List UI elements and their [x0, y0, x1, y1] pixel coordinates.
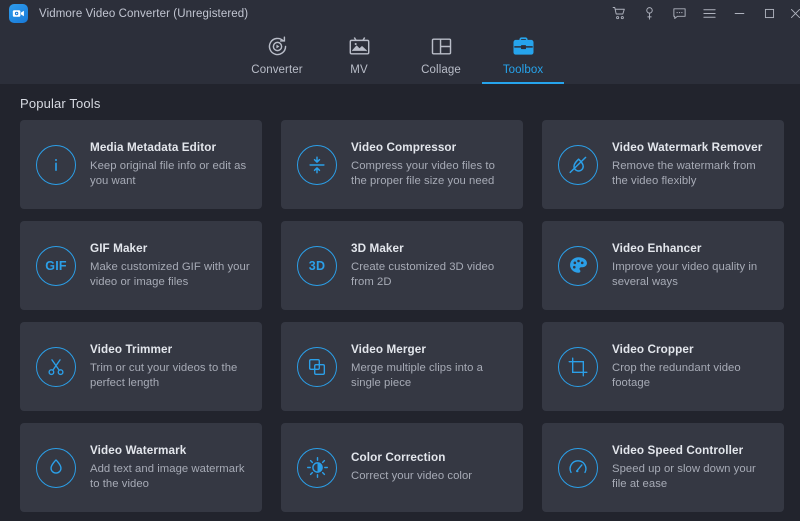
tools-grid: Media Metadata Editor Keep original file… [20, 120, 784, 512]
merge-icon [297, 347, 337, 387]
key-icon[interactable] [634, 0, 664, 27]
tool-card-gif-maker[interactable]: GIF GIF Maker Make customized GIF with y… [20, 221, 262, 310]
cart-icon[interactable] [604, 0, 634, 27]
tool-desc: Make customized GIF with your video or i… [90, 260, 250, 290]
window-controls [604, 0, 800, 27]
tool-desc: Speed up or slow down your file at ease [612, 462, 772, 492]
tool-desc: Merge multiple clips into a single piece [351, 361, 511, 391]
tab-mv[interactable]: MV [318, 27, 400, 84]
tool-title: Video Merger [351, 343, 511, 356]
tool-title: Video Trimmer [90, 343, 250, 356]
crop-icon [558, 347, 598, 387]
info-icon [36, 145, 76, 185]
tab-collage[interactable]: Collage [400, 27, 482, 84]
video-camera-icon [9, 4, 28, 23]
tool-title: Video Cropper [612, 343, 772, 356]
tool-card-color-correction[interactable]: Color Correction Correct your video colo… [281, 423, 523, 512]
minimize-icon[interactable] [724, 0, 754, 27]
tool-desc: Improve your video quality in several wa… [612, 260, 772, 290]
tool-title: Media Metadata Editor [90, 141, 250, 154]
brightness-icon [297, 448, 337, 488]
converter-icon [266, 33, 289, 59]
section-title: Popular Tools [20, 96, 100, 111]
feedback-icon[interactable] [664, 0, 694, 27]
tool-title: Video Speed Controller [612, 444, 772, 457]
collage-icon [430, 33, 453, 59]
tab-label: Collage [421, 64, 461, 76]
tool-desc: Create customized 3D video from 2D [351, 260, 511, 290]
watermark-remove-icon [558, 145, 598, 185]
speedometer-icon [558, 448, 598, 488]
tool-desc: Remove the watermark from the video flex… [612, 159, 772, 189]
app-title: Vidmore Video Converter (Unregistered) [39, 8, 248, 20]
tool-card-video-merger[interactable]: Video Merger Merge multiple clips into a… [281, 322, 523, 411]
tool-title: Video Compressor [351, 141, 511, 154]
tab-converter[interactable]: Converter [236, 27, 318, 84]
tool-title: Video Watermark Remover [612, 141, 772, 154]
tool-card-3d-maker[interactable]: 3D 3D Maker Create customized 3D video f… [281, 221, 523, 310]
tab-label: MV [350, 64, 367, 76]
maximize-icon[interactable] [754, 0, 784, 27]
tool-desc: Correct your video color [351, 469, 472, 484]
tool-card-video-watermark-remover[interactable]: Video Watermark Remover Remove the water… [542, 120, 784, 209]
tool-card-video-enhancer[interactable]: Video Enhancer Improve your video qualit… [542, 221, 784, 310]
gif-icon: GIF [36, 246, 76, 286]
scissors-icon [36, 347, 76, 387]
tab-label: Toolbox [503, 64, 543, 76]
tool-desc: Crop the redundant video footage [612, 361, 772, 391]
palette-icon [558, 246, 598, 286]
droplet-icon [36, 448, 76, 488]
tool-title: Color Correction [351, 451, 472, 464]
tab-toolbox[interactable]: Toolbox [482, 27, 564, 84]
compress-icon [297, 145, 337, 185]
tab-label: Converter [251, 64, 302, 76]
tool-desc: Trim or cut your videos to the perfect l… [90, 361, 250, 391]
toolbox-icon [512, 33, 535, 59]
tool-card-video-compressor[interactable]: Video Compressor Compress your video fil… [281, 120, 523, 209]
content-area: Popular Tools Media Metadata Editor Keep… [0, 84, 800, 521]
tool-card-video-trimmer[interactable]: Video Trimmer Trim or cut your videos to… [20, 322, 262, 411]
tool-title: Video Watermark [90, 444, 250, 457]
tool-desc: Keep original file info or edit as you w… [90, 159, 250, 189]
three-d-icon: 3D [297, 246, 337, 286]
mv-icon [348, 33, 371, 59]
title-bar: Vidmore Video Converter (Unregistered) [0, 0, 800, 27]
tool-title: GIF Maker [90, 242, 250, 255]
main-navigation: Converter MV Collage [0, 27, 800, 84]
menu-icon[interactable] [694, 0, 724, 27]
tool-card-video-cropper[interactable]: Video Cropper Crop the redundant video f… [542, 322, 784, 411]
tool-desc: Add text and image watermark to the vide… [90, 462, 250, 492]
tool-desc: Compress your video files to the proper … [351, 159, 511, 189]
tool-card-media-metadata-editor[interactable]: Media Metadata Editor Keep original file… [20, 120, 262, 209]
tool-card-video-speed-controller[interactable]: Video Speed Controller Speed up or slow … [542, 423, 784, 512]
tool-title: 3D Maker [351, 242, 511, 255]
tool-title: Video Enhancer [612, 242, 772, 255]
close-icon[interactable] [784, 0, 800, 27]
tool-card-video-watermark[interactable]: Video Watermark Add text and image water… [20, 423, 262, 512]
